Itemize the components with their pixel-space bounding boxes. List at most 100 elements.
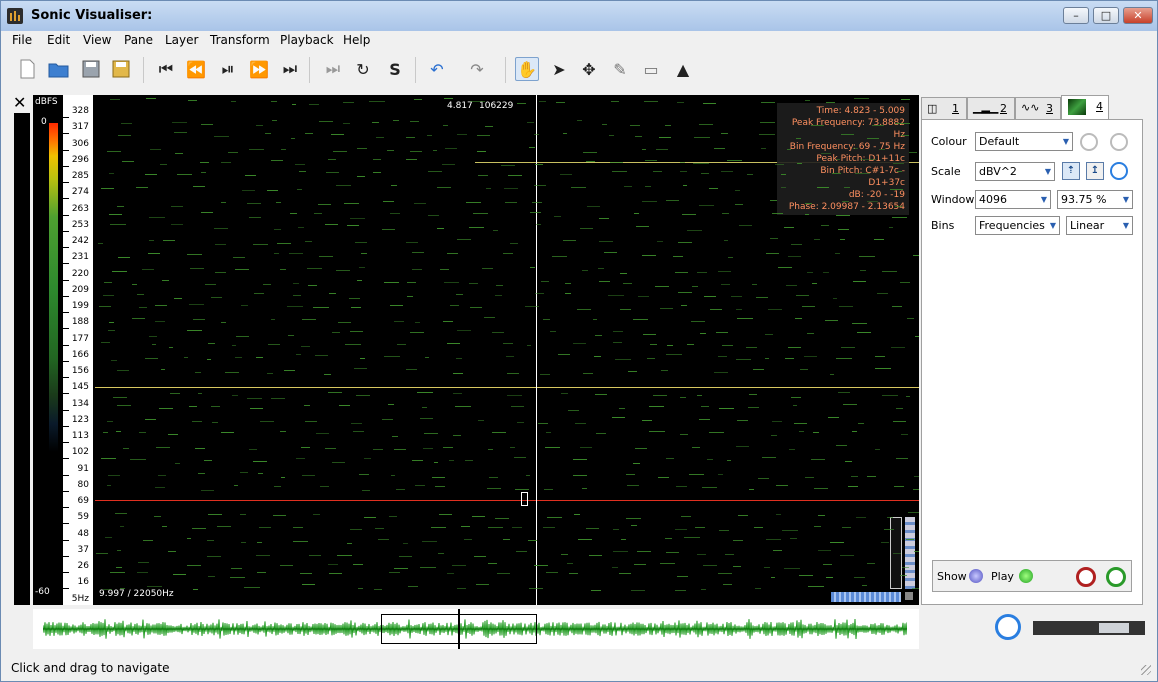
- spectral-partial: [144, 419, 156, 420]
- rewind-start-icon[interactable]: ⏮: [154, 57, 178, 81]
- menu-layer[interactable]: Layer: [165, 33, 198, 47]
- spectral-partial: [760, 122, 775, 123]
- slider-handle[interactable]: [1099, 623, 1129, 633]
- frequency-scale-combo[interactable]: Linear ▼: [1066, 216, 1133, 235]
- spectral-partial: [354, 242, 368, 243]
- redo-icon[interactable]: ↷: [465, 57, 489, 81]
- spectral-partial: [814, 488, 829, 489]
- undo-icon[interactable]: ↶: [425, 57, 449, 81]
- spectral-partial: [375, 137, 385, 138]
- gain-knob[interactable]: [1080, 133, 1098, 151]
- spectral-partial: [136, 187, 149, 188]
- spectral-partial: [414, 99, 423, 100]
- ffwd-end-icon[interactable]: ⏭: [278, 57, 302, 81]
- tab-layer-3[interactable]: ∿∿ 3: [1015, 97, 1061, 119]
- menu-view[interactable]: View: [83, 33, 111, 47]
- menu-edit[interactable]: Edit: [47, 33, 70, 47]
- menu-playback[interactable]: Playback: [280, 33, 334, 47]
- horizontal-zoom-thumbwheel[interactable]: [831, 592, 901, 602]
- freq-label: 328: [71, 106, 89, 116]
- window-size-combo[interactable]: 4096 ▼: [975, 190, 1051, 209]
- menu-help[interactable]: Help: [343, 33, 370, 47]
- spectral-partial: [473, 213, 489, 214]
- measure-icon[interactable]: ▲: [671, 57, 695, 81]
- spectral-partial: [510, 243, 518, 244]
- spectral-partial: [495, 518, 510, 519]
- spectral-partial: [391, 185, 397, 186]
- freq-tick: [63, 344, 69, 346]
- spectral-partial: [273, 253, 279, 254]
- window-overlap-combo[interactable]: 93.75 % ▼: [1057, 190, 1133, 209]
- tab-layer-1[interactable]: ◫ 1: [921, 97, 967, 119]
- normalize-columns-button[interactable]: ⇡: [1062, 162, 1080, 180]
- zoom-reset-button[interactable]: [905, 592, 913, 600]
- menu-file[interactable]: File: [12, 33, 32, 47]
- spectral-partial: [352, 431, 364, 432]
- tab-layer-2[interactable]: ▁▂▁ 2: [967, 97, 1015, 119]
- navigate-hand-icon[interactable]: ✋: [515, 57, 539, 81]
- spectral-partial: [676, 486, 687, 487]
- spectral-partial: [709, 309, 722, 310]
- open-file-icon[interactable]: [47, 57, 71, 81]
- colour-rotation-knob[interactable]: [1110, 162, 1128, 180]
- minimize-button[interactable]: –: [1063, 7, 1089, 24]
- spectral-partial: [392, 436, 398, 437]
- save-icon[interactable]: [79, 57, 103, 81]
- loop-icon[interactable]: ↻: [351, 57, 375, 81]
- menu-transform[interactable]: Transform: [210, 33, 270, 47]
- fast-forward-icon[interactable]: ⏩: [247, 57, 271, 81]
- bins-display-combo[interactable]: Frequencies ▼: [975, 216, 1060, 235]
- spectral-partial: [642, 334, 657, 335]
- playback-speed-slider[interactable]: [1033, 621, 1145, 635]
- spectral-partial: [529, 147, 536, 148]
- spectral-partial: [659, 308, 673, 309]
- spectral-partial: [215, 244, 226, 245]
- erase-icon[interactable]: ▭: [639, 57, 663, 81]
- resize-grip[interactable]: [1141, 665, 1151, 675]
- spectral-partial: [798, 431, 805, 432]
- play-toggle-icon[interactable]: [1019, 569, 1033, 583]
- close-pane-icon[interactable]: ✕: [13, 93, 26, 112]
- spectral-partial: [568, 573, 578, 574]
- playback-pan-knob[interactable]: [1106, 567, 1126, 587]
- master-gain-knob[interactable]: [995, 614, 1021, 640]
- solo-icon[interactable]: S: [383, 57, 407, 81]
- spectral-partial: [905, 396, 911, 397]
- spectral-partial: [161, 526, 167, 527]
- new-file-icon[interactable]: [15, 57, 39, 81]
- maximize-button[interactable]: □: [1093, 7, 1119, 24]
- rewind-icon[interactable]: ⏪: [184, 57, 208, 81]
- constrain-icon[interactable]: ⏭: [321, 57, 345, 81]
- move-icon[interactable]: ✥: [577, 57, 601, 81]
- play-pause-icon[interactable]: ⏯: [216, 57, 240, 81]
- menu-pane[interactable]: Pane: [124, 33, 153, 47]
- playback-gain-knob[interactable]: [1076, 567, 1096, 587]
- spectral-partial: [732, 566, 741, 567]
- freq-label: 145: [71, 382, 89, 393]
- vertical-zoom-scroll[interactable]: [905, 517, 915, 589]
- scale-combo[interactable]: dBV^2 ▼: [975, 162, 1055, 181]
- draw-pencil-icon[interactable]: ✎: [608, 57, 632, 81]
- spectral-partial: [734, 190, 741, 191]
- spectral-partial: [360, 358, 365, 359]
- spectrogram-pane[interactable]: dBFS 0 -60 328 317 306 296 285 274 263 253 242 23…: [33, 95, 919, 605]
- colour-combo[interactable]: Default ▼: [975, 132, 1073, 151]
- freq-label: 156: [71, 366, 89, 376]
- spectral-partial: [406, 242, 419, 243]
- save-session-icon[interactable]: [109, 57, 133, 81]
- spectral-partial: [718, 573, 733, 574]
- spectral-partial: [589, 555, 603, 556]
- show-toggle-icon[interactable]: [969, 569, 983, 583]
- tab-layer-4[interactable]: 4: [1061, 95, 1109, 120]
- spectral-partial: [115, 567, 122, 568]
- spectrogram-plot[interactable]: 4.817 106229 Time: 4.823 - 5.009 Peak Fr…: [95, 95, 919, 605]
- spectral-partial: [357, 588, 363, 589]
- close-window-button[interactable]: ✕: [1123, 7, 1153, 24]
- spectral-partial: [771, 421, 782, 422]
- spectral-partial: [406, 159, 417, 160]
- threshold-knob[interactable]: [1110, 133, 1128, 151]
- spectral-partial: [104, 282, 113, 283]
- overview-pane[interactable]: [33, 609, 919, 649]
- normalize-visible-button[interactable]: ↥: [1086, 162, 1104, 180]
- select-arrow-icon[interactable]: ➤: [547, 57, 571, 81]
